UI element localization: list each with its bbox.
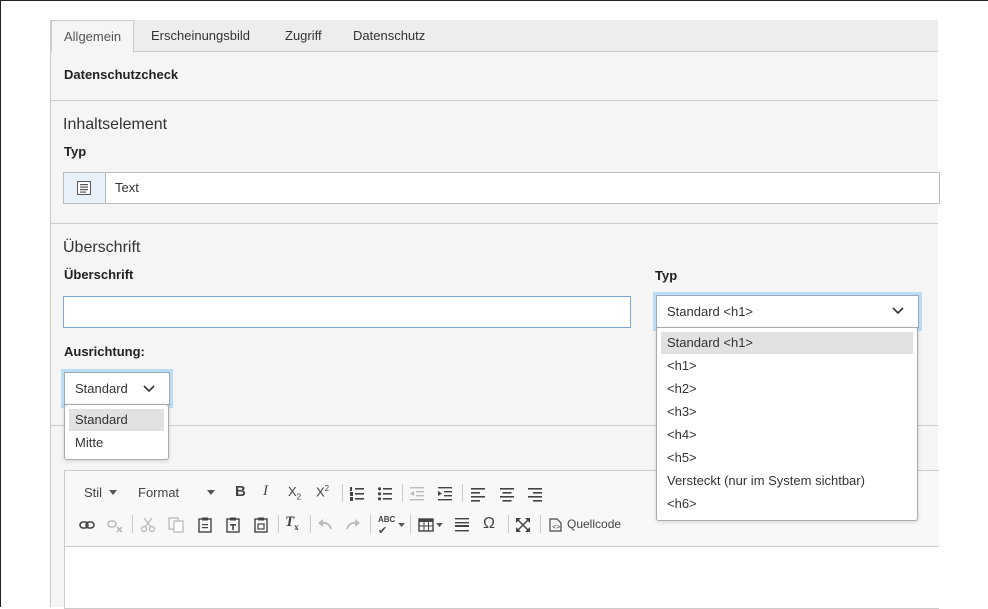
typ-label: Typ	[64, 144, 87, 159]
tab-bar: Allgemein Erscheinungsbild Zugriff Daten…	[51, 20, 938, 53]
indent-icon[interactable]	[437, 486, 453, 502]
toolbar-separator	[410, 515, 411, 533]
content-type-value: Text	[115, 180, 139, 195]
toolbar-separator	[278, 515, 279, 533]
horizontal-rule-icon[interactable]	[454, 517, 470, 533]
header-type-option[interactable]: <h3>	[661, 401, 913, 423]
paste-from-word-icon[interactable]	[253, 517, 269, 533]
ueberschrift-label: Überschrift	[64, 267, 134, 282]
header-type-selected: Standard <h1>	[667, 304, 754, 319]
header-type-option[interactable]: Versteckt (nur im System sichtbar)	[661, 470, 913, 492]
header-type-option[interactable]: Standard <h1>	[661, 332, 913, 354]
header-type-label: Typ	[655, 268, 678, 283]
align-right-icon[interactable]	[527, 486, 543, 502]
tab-erscheinungsbild[interactable]: Erscheinungsbild	[139, 20, 262, 51]
caret-down-icon	[109, 490, 117, 495]
toolbar-separator	[508, 515, 509, 533]
svg-text:<>: <>	[552, 523, 560, 531]
toolbar-separator	[402, 484, 403, 502]
header-type-select[interactable]: Standard <h1>	[656, 295, 919, 328]
caret-down-icon	[207, 490, 215, 495]
toolbar-separator	[540, 515, 541, 533]
cut-icon[interactable]	[140, 517, 156, 533]
remove-format-icon[interactable]: Tx	[285, 514, 299, 532]
chevron-down-icon	[892, 307, 904, 315]
spellcheck-icon[interactable]: ABC ✔	[378, 515, 395, 537]
source-code-button[interactable]: Quellcode	[567, 517, 621, 531]
toolbar-separator	[462, 484, 463, 502]
content-type-field[interactable]: Text	[63, 172, 940, 204]
special-character-icon[interactable]: Ω	[483, 515, 495, 533]
chevron-down-icon	[143, 385, 155, 393]
unlink-icon[interactable]	[107, 517, 123, 533]
toolbar-separator	[310, 515, 311, 533]
alignment-selected: Standard	[75, 381, 128, 396]
toolbar-separator	[342, 484, 343, 502]
divider	[51, 223, 938, 224]
section-title-inhaltselement: Inhaltselement	[63, 116, 168, 133]
align-center-icon[interactable]	[499, 486, 515, 502]
header-type-option[interactable]: <h1>	[661, 355, 913, 377]
paste-text-icon[interactable]	[225, 517, 241, 533]
stil-dropdown[interactable]: Stil	[84, 485, 102, 500]
alignment-dropdown-list: Standard Mitte	[64, 404, 169, 460]
numbered-list-icon[interactable]	[349, 486, 365, 502]
bullet-list-icon[interactable]	[377, 486, 393, 502]
caret-down-icon	[398, 523, 405, 528]
tab-allgemein[interactable]: Allgemein	[51, 20, 135, 53]
ueberschrift-input[interactable]	[63, 296, 631, 328]
outdent-icon[interactable]	[409, 486, 425, 502]
tab-zugriff[interactable]: Zugriff	[273, 20, 334, 51]
header-type-option[interactable]: <h5>	[661, 447, 913, 469]
alignment-option[interactable]: Mitte	[69, 432, 164, 454]
undo-icon[interactable]	[317, 517, 333, 533]
section-title-ueberschrift: Überschrift	[63, 239, 141, 256]
link-icon[interactable]	[79, 517, 95, 533]
paste-icon[interactable]	[197, 517, 213, 533]
format-dropdown[interactable]: Format	[138, 485, 179, 500]
maximize-icon[interactable]	[515, 517, 531, 533]
content-editor-panel: Allgemein Erscheinungsbild Zugriff Daten…	[50, 20, 940, 609]
header-type-dropdown-list: Standard <h1> <h1> <h2> <h3> <h4> <h5> V…	[656, 327, 918, 521]
datenschutzcheck-label: Datenschutzcheck	[64, 67, 179, 82]
toolbar-separator	[370, 515, 371, 533]
window-top-border	[0, 0, 988, 1]
text-document-icon	[64, 173, 106, 203]
source-code-icon[interactable]: <>	[549, 518, 562, 532]
bold-icon[interactable]: B	[235, 483, 246, 500]
redo-icon[interactable]	[345, 517, 361, 533]
header-type-option[interactable]: <h4>	[661, 424, 913, 446]
copy-icon[interactable]	[168, 517, 184, 533]
window-left-border	[0, 0, 1, 607]
italic-icon[interactable]: I	[263, 483, 268, 500]
caret-down-icon	[436, 523, 443, 528]
tab-datenschutz[interactable]: Datenschutz	[341, 20, 437, 51]
table-icon[interactable]	[418, 517, 434, 533]
align-left-icon[interactable]	[470, 486, 486, 502]
toolbar-separator	[132, 515, 133, 533]
ausrichtung-label: Ausrichtung:	[64, 344, 145, 359]
subscript-icon[interactable]: X2	[288, 484, 301, 502]
superscript-icon[interactable]: X2	[316, 484, 329, 499]
alignment-select[interactable]: Standard	[64, 372, 170, 405]
header-type-option[interactable]: <h2>	[661, 378, 913, 400]
divider	[51, 100, 938, 101]
alignment-option[interactable]: Standard	[69, 409, 164, 431]
header-type-option[interactable]: <h6>	[661, 493, 913, 515]
